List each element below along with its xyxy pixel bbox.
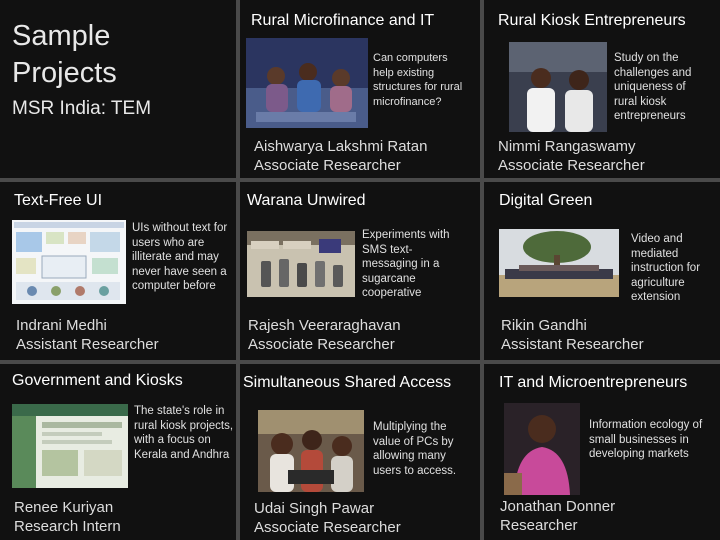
project-title: Rural Microfinance and IT <box>251 12 435 29</box>
project-description: UIs without text for users who are illit… <box>132 222 228 292</box>
project-description: Video and mediated instruction for agric… <box>631 233 701 303</box>
researcher-role: Research Intern <box>14 518 121 535</box>
kiosk-website-screenshot <box>12 404 128 488</box>
page-subtitle: MSR India: TEM <box>12 98 152 119</box>
researcher-name: Renee Kuriyan <box>14 499 114 516</box>
researcher-name: Udai Singh Pawar <box>254 500 375 517</box>
grid-divider <box>0 178 720 182</box>
researcher-role: Associate Researcher <box>254 519 401 536</box>
microentrepreneur-photo <box>504 403 580 495</box>
project-description: Information ecology of small businesses … <box>589 419 703 460</box>
researcher-name: Indrani Medhi <box>16 317 107 334</box>
warana-phones-photo <box>247 231 355 297</box>
researcher-role: Researcher <box>500 517 578 534</box>
kiosk-entrepreneurs-photo <box>509 42 607 132</box>
project-title: Simultaneous Shared Access <box>243 374 452 391</box>
project-title: IT and Microentrepreneurs <box>499 374 688 391</box>
project-title: Text-Free UI <box>14 192 103 209</box>
project-description: The state's role in rural kiosk projects… <box>134 405 234 461</box>
grid-divider <box>480 0 484 540</box>
researcher-role: Associate Researcher <box>254 157 401 174</box>
grid-divider <box>0 360 720 364</box>
project-description: Multiplying the value of PCs by allowing… <box>373 421 457 477</box>
project-description: Experiments with SMS text-messaging in a… <box>362 229 450 299</box>
researcher-role: Associate Researcher <box>498 157 645 174</box>
shared-access-photo <box>258 410 364 492</box>
project-title: Rural Kiosk Entrepreneurs <box>498 12 686 29</box>
digital-green-photo <box>499 229 619 297</box>
page-title-line2: Projects <box>12 57 117 89</box>
grid-divider <box>236 0 240 540</box>
researcher-role: Associate Researcher <box>248 336 395 353</box>
researcher-name: Rikin Gandhi <box>501 317 587 334</box>
researcher-role: Assistant Researcher <box>501 336 644 353</box>
researcher-name: Aishwarya Lakshmi Ratan <box>254 138 428 155</box>
project-description: Can computers help existing structures f… <box>373 52 463 108</box>
researcher-name: Rajesh Veeraraghavan <box>248 317 401 334</box>
project-title: Digital Green <box>499 192 593 209</box>
microfinance-photo <box>246 38 368 128</box>
page-title-line1: Sample <box>12 20 111 52</box>
researcher-role: Assistant Researcher <box>16 336 159 353</box>
text-free-ui-screenshot <box>12 220 126 304</box>
project-description: Study on the challenges and uniqueness o… <box>614 52 692 122</box>
researcher-name: Jonathan Donner <box>500 498 616 515</box>
researcher-name: Nimmi Rangaswamy <box>498 138 636 155</box>
project-title: Government and Kiosks <box>12 372 183 389</box>
project-title: Warana Unwired <box>247 192 366 209</box>
